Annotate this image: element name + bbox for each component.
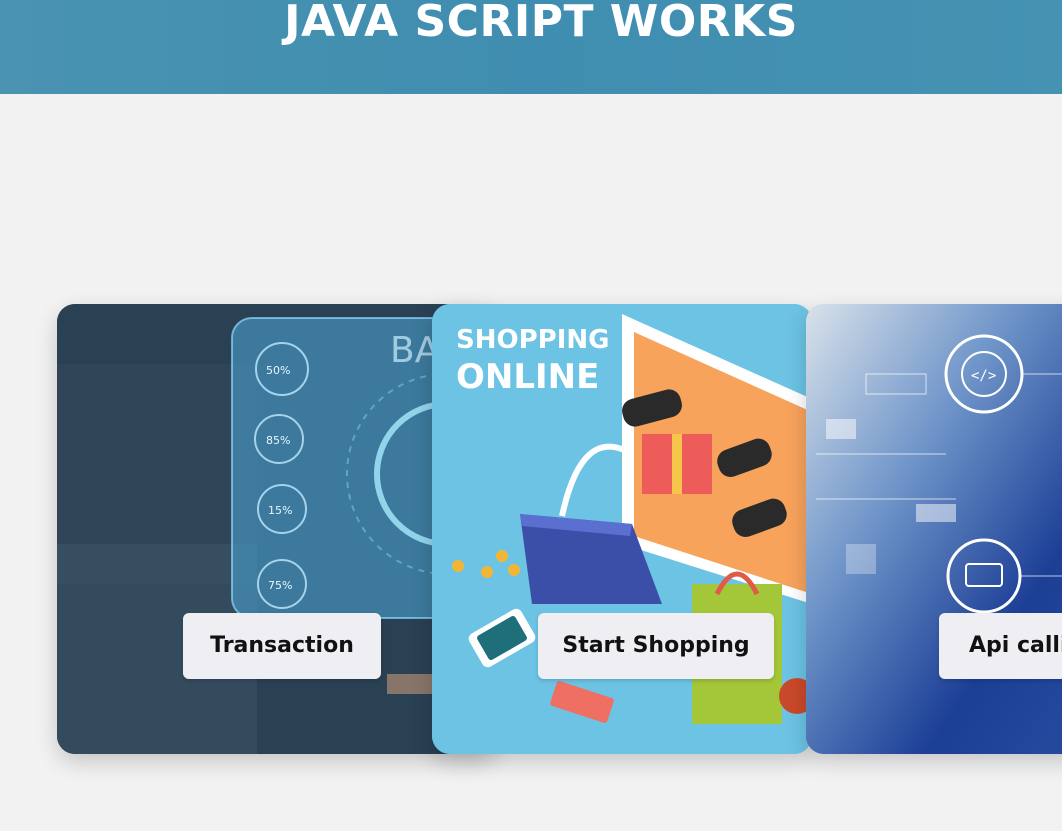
svg-text:</>: </> [971,368,996,384]
shopping-heading: SHOPPING [456,325,609,355]
banking-dashboard-image: 50% 85% 15% 75% BA [57,304,497,754]
technology-circuit-image: </> [806,304,1062,754]
gauge-label-2: 85% [266,434,290,447]
online-shopping-image: SHOPPING ONLINE [432,304,812,754]
start-shopping-button[interactable]: Start Shopping [538,613,774,679]
card-carousel: 50% 85% 15% 75% BA Transaction SHOPPING … [0,0,1062,831]
transaction-button[interactable]: Transaction [183,613,381,679]
card-transaction[interactable]: 50% 85% 15% 75% BA Transaction [57,304,497,754]
card-shopping[interactable]: SHOPPING ONLINE Start Shopping [432,304,812,754]
gauge-label-4: 75% [268,579,292,592]
gauge-label-3: 15% [268,504,292,517]
online-heading: ONLINE [456,357,599,397]
card-api[interactable]: </> Api calli [806,304,1062,754]
api-calling-button[interactable]: Api calli [939,613,1062,679]
gauge-label-1: 50% [266,364,290,377]
